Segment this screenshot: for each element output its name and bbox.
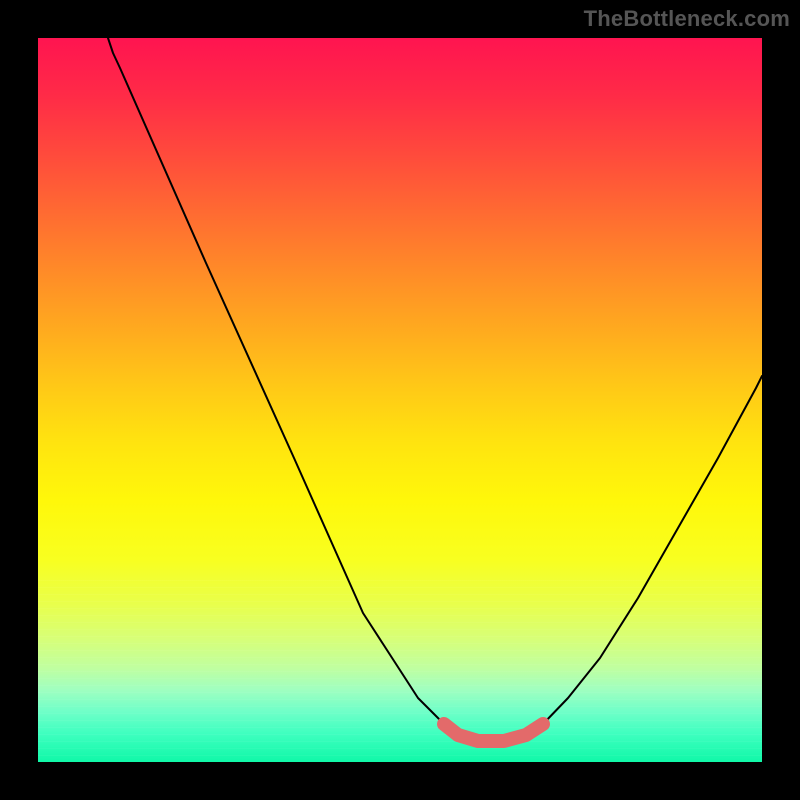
highlight-segment [444, 724, 543, 741]
watermark-text: TheBottleneck.com [584, 6, 790, 32]
plot-area [38, 38, 762, 762]
bottleneck-curve [108, 38, 762, 741]
curves-svg [38, 38, 762, 762]
chart-frame: TheBottleneck.com [0, 0, 800, 800]
